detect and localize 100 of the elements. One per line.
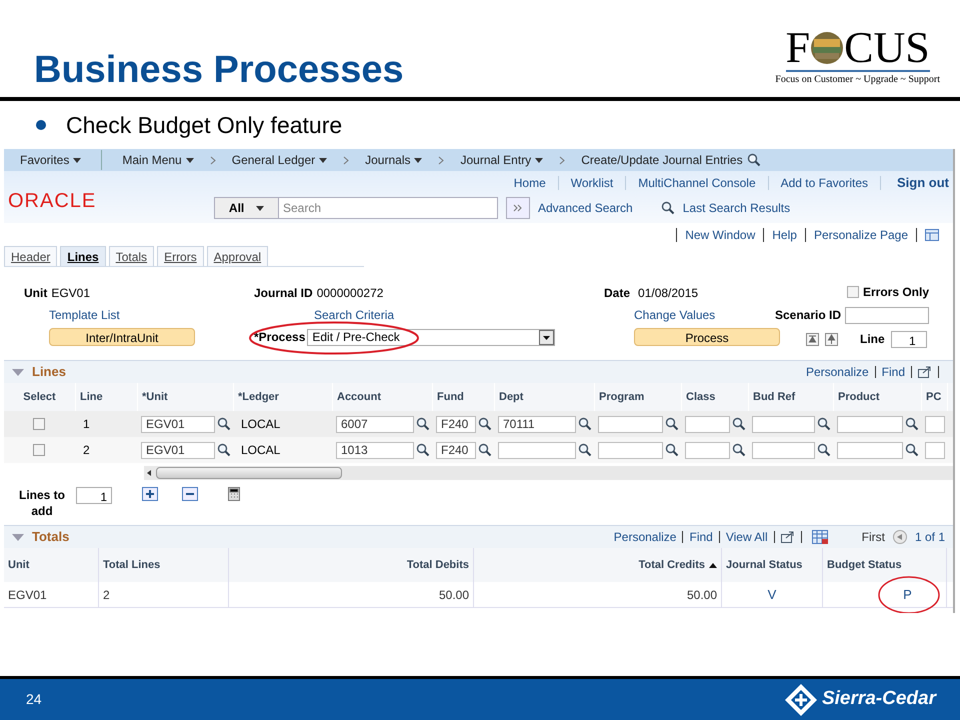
first-row-icon[interactable] [806, 332, 819, 346]
tab[interactable]: Errors [157, 246, 204, 266]
section-title: Lines [32, 363, 66, 382]
previous-row-icon[interactable] [825, 332, 838, 346]
sort-ascending-icon[interactable] [709, 562, 717, 568]
last-search-link[interactable]: Last Search Results [682, 199, 790, 217]
new-window-icon[interactable] [918, 366, 932, 378]
bullet-icon [36, 120, 46, 130]
header-link[interactable]: MultiChannel Console [626, 174, 768, 192]
horizontal-scrollbar[interactable] [144, 466, 953, 480]
chevron-icon [210, 156, 216, 164]
input-field[interactable] [752, 416, 815, 432]
search-icon[interactable] [665, 417, 679, 431]
search-icon[interactable] [217, 443, 231, 457]
grid-toolbar-link[interactable]: Personalize [614, 528, 676, 546]
sign-out-link[interactable]: Sign out [881, 173, 953, 193]
input-field[interactable] [752, 442, 815, 458]
grid-toolbar-link[interactable]: Find [882, 363, 905, 381]
search-icon[interactable] [578, 417, 592, 431]
calculator-icon[interactable] [228, 487, 240, 501]
search-go-button[interactable] [506, 197, 530, 219]
input-field[interactable] [925, 416, 945, 432]
interunit-button[interactable]: Inter/IntraUnit [49, 328, 195, 346]
breadcrumb-menu[interactable]: Journals [357, 151, 430, 169]
breadcrumb-menu[interactable]: General Ledger [224, 151, 336, 169]
advanced-search-link[interactable]: Advanced Search [538, 199, 633, 217]
search-field[interactable]: All Search [214, 197, 498, 219]
grid-toolbar-link[interactable]: View All [726, 528, 768, 546]
grid-icon[interactable] [925, 229, 939, 241]
caret-icon [319, 158, 328, 162]
page-link[interactable]: New Window [681, 226, 760, 244]
input-field[interactable] [837, 442, 903, 458]
process-dropdown[interactable]: Edit / Pre-Check [307, 328, 556, 346]
search-icon[interactable] [905, 417, 919, 431]
input-field[interactable] [837, 416, 903, 432]
grid-toolbar-link[interactable]: Personalize [806, 363, 869, 381]
breadcrumb-menu[interactable]: Journal Entry [452, 151, 552, 169]
field-value: 01/08/2015 [638, 285, 698, 300]
caret-icon [414, 158, 422, 162]
table-cell: 2 [99, 582, 229, 607]
input-field[interactable] [598, 442, 663, 458]
column-header: Journal Status [722, 548, 823, 582]
column-header: Total Lines [99, 548, 229, 582]
input-field[interactable]: 1013 [336, 442, 414, 458]
search-icon[interactable] [478, 443, 492, 457]
new-window-icon[interactable] [780, 531, 795, 543]
search-icon[interactable] [416, 443, 430, 457]
search-icon[interactable] [578, 443, 592, 457]
input-field[interactable] [685, 442, 730, 458]
change-values-link[interactable]: Change Values [604, 306, 774, 322]
search-icon[interactable] [416, 417, 430, 431]
tab[interactable]: Approval [206, 246, 268, 266]
add-row-icon[interactable] [142, 487, 158, 501]
caret-icon [186, 158, 194, 162]
template-list-link[interactable]: Template List [24, 306, 254, 322]
grid-toolbar-link[interactable]: Find [689, 528, 713, 546]
scenario-id-field[interactable] [845, 306, 929, 324]
input-field[interactable]: F240 [436, 442, 476, 458]
input-field[interactable]: F240 [436, 416, 476, 432]
input-field[interactable]: EGV01 [141, 416, 215, 432]
checkbox[interactable] [32, 444, 44, 456]
header-link[interactable]: Home [502, 174, 558, 192]
search-icon[interactable] [665, 443, 679, 457]
input-field[interactable] [685, 416, 730, 432]
tab[interactable]: Totals [108, 246, 154, 266]
search-criteria-link[interactable]: Search Criteria [254, 306, 604, 322]
search-icon[interactable] [905, 443, 919, 457]
field-label: Line [860, 331, 885, 348]
process-button[interactable]: Process [634, 328, 780, 346]
header-link[interactable]: Add to Favorites [768, 174, 880, 192]
search-icon[interactable] [732, 417, 746, 431]
input-field[interactable]: 6007 [336, 416, 414, 432]
spreadsheet-icon[interactable] [812, 530, 828, 544]
previous-icon[interactable] [892, 530, 907, 544]
tab[interactable]: Lines [60, 246, 106, 266]
search-icon[interactable] [817, 417, 831, 431]
search-scope[interactable]: All [215, 198, 279, 218]
header-link[interactable]: Worklist [558, 174, 626, 192]
breadcrumb-menu[interactable]: Create/Update Journal Entries [573, 151, 769, 169]
search-icon[interactable] [217, 417, 231, 431]
search-icon[interactable] [660, 201, 675, 215]
checkbox[interactable] [32, 418, 44, 430]
lines-to-add-field[interactable]: 1 [76, 487, 112, 504]
search-icon[interactable] [732, 443, 746, 457]
search-icon[interactable] [746, 153, 761, 167]
input-field[interactable]: 70111 [498, 416, 576, 432]
input-field[interactable] [925, 442, 945, 458]
search-icon[interactable] [478, 417, 492, 431]
input-field[interactable] [598, 416, 663, 432]
input-field[interactable] [498, 442, 576, 458]
checkbox[interactable] [846, 286, 859, 298]
breadcrumb-menu[interactable]: Main Menu [114, 151, 202, 169]
delete-row-icon[interactable] [182, 487, 198, 501]
breadcrumb-menu[interactable]: Favorites [12, 151, 90, 169]
page-link[interactable]: Personalize Page [810, 226, 912, 244]
page-link[interactable]: Help [768, 226, 801, 244]
line-field[interactable]: 1 [890, 330, 927, 348]
tab[interactable]: Header [4, 246, 58, 266]
search-icon[interactable] [817, 443, 831, 457]
input-field[interactable]: EGV01 [141, 442, 215, 458]
